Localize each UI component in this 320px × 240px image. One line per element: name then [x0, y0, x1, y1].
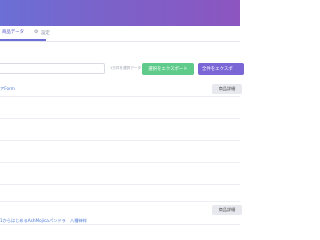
- product-detail-button[interactable]: 商品詳細: [212, 205, 242, 215]
- row-divider: [0, 140, 240, 141]
- export-all-button[interactable]: 全件をエクスポ: [198, 63, 244, 75]
- search-input[interactable]: [0, 63, 105, 74]
- product-title-link[interactable]: アForm: [0, 86, 15, 92]
- row-divider: [0, 118, 240, 119]
- tab-product-data[interactable]: 商品データ: [0, 26, 46, 41]
- tab-bar: 商品データ ⚙ 設定: [0, 26, 240, 42]
- product-detail-button[interactable]: 商品詳細: [212, 84, 242, 94]
- tab-product-data-label: 商品データ: [2, 30, 24, 35]
- selection-note: 1万件を選択データ: [110, 66, 142, 70]
- tab-settings-label: 設定: [41, 30, 50, 36]
- row-divider: [0, 224, 240, 225]
- row-divider: [0, 162, 240, 163]
- row-divider: [0, 96, 240, 97]
- gear-icon: ⚙: [34, 29, 39, 35]
- app-header: [0, 0, 240, 26]
- row-divider: [0, 184, 240, 185]
- export-selected-button[interactable]: 選択をエクスポート: [142, 63, 194, 75]
- row-divider: [0, 201, 240, 202]
